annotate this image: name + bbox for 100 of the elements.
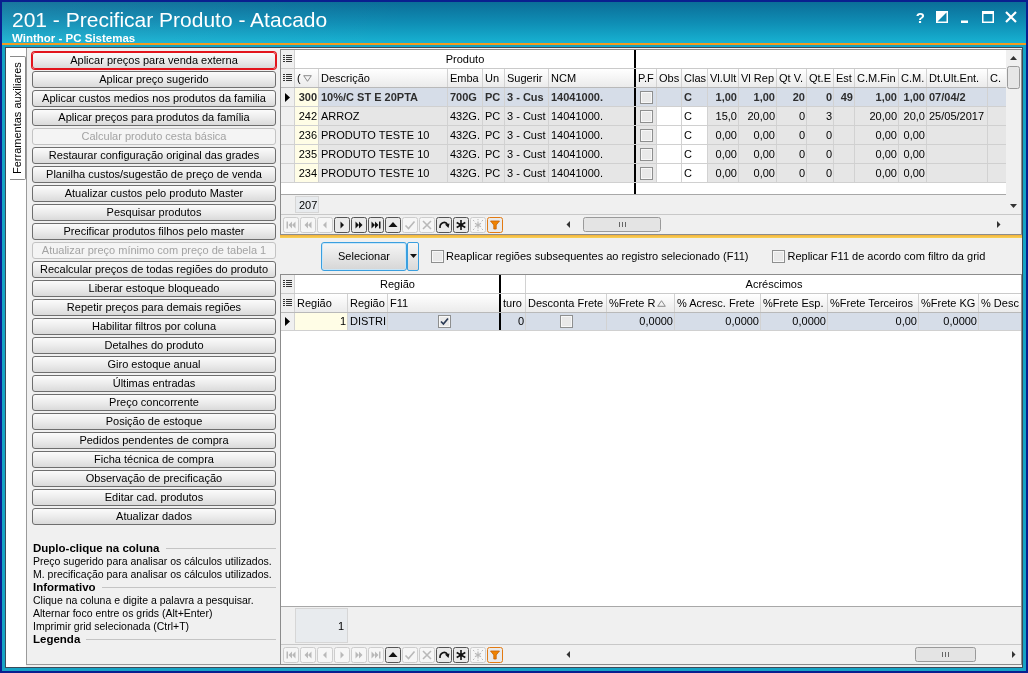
table-row[interactable]: 236 PRODUTO TESTE 10 432G. PC 3 - Cust 14041000. C 0,00 0,00 0 0 0,00 0,00: [281, 126, 1006, 145]
column-header[interactable]: (: [297, 69, 301, 87]
right-triangle-icon: [285, 317, 290, 326]
column-header[interactable]: Região: [295, 294, 348, 312]
checkbox[interactable]: [640, 166, 653, 180]
checkbox[interactable]: [437, 315, 451, 328]
tool-button[interactable]: Habilitar filtros por coluna: [32, 318, 276, 335]
table-cell: 0,0000: [761, 313, 828, 330]
checkbox[interactable]: [640, 128, 653, 142]
tool-button[interactable]: Recalcular preços de todas regiões do produto: [32, 261, 276, 278]
tool-button[interactable]: Repetir preços para demais regiões: [32, 299, 276, 316]
checkbox[interactable]: [772, 249, 786, 263]
list-icon[interactable]: [283, 280, 292, 288]
vertical-scrollbar[interactable]: [1006, 50, 1021, 214]
column-header[interactable]: Emba: [448, 69, 483, 87]
column-header[interactable]: Descrição: [319, 69, 448, 87]
column-header[interactable]: Obs: [657, 69, 682, 87]
column-header[interactable]: Un: [483, 69, 505, 87]
tool-button[interactable]: Atualizar custos pelo produto Master: [32, 185, 276, 202]
column-header[interactable]: Desconta Frete: [526, 294, 607, 312]
double-right-icon[interactable]: [351, 216, 367, 233]
column-header[interactable]: Qt.E: [807, 69, 834, 87]
tool-button[interactable]: Planilha custos/sugestão de preço de venda: [32, 166, 276, 183]
column-header[interactable]: Sugerir: [505, 69, 549, 87]
tool-button[interactable]: Aplicar preços para venda externa: [32, 52, 276, 69]
tool-button[interactable]: Ficha técnica de compra: [32, 451, 276, 468]
tool-button[interactable]: Pedidos pendentes de compra: [32, 432, 276, 449]
side-tab[interactable]: Ferramentas auxiliares: [10, 56, 26, 180]
column-header[interactable]: % Acresc. Frete: [675, 294, 761, 312]
table-row[interactable]: 235 PRODUTO TESTE 10 432G. PC 3 - Cust 14041000. C 0,00 0,00 0 0 0,00 0,00: [281, 145, 1006, 164]
caret-icon: [409, 254, 417, 258]
column-header[interactable]: C.M.Fin: [855, 69, 899, 87]
close-icon[interactable]: [1005, 11, 1017, 23]
column-header[interactable]: %Frete R: [609, 294, 656, 312]
column-header[interactable]: Vl.Ult: [708, 69, 739, 87]
tool-button[interactable]: Aplicar preço sugerido: [32, 71, 276, 88]
tool-button[interactable]: Giro estoque anual: [32, 356, 276, 373]
checkbox[interactable]: [431, 249, 444, 263]
table-cell: 242: [295, 107, 319, 125]
table-row[interactable]: 242 ARROZ 432G. PC 3 - Cust 14041000. C 15,0 20,00 0 3 20,00 20,0 25/05/2017: [281, 107, 1006, 126]
tool-button[interactable]: Pesquisar produtos: [32, 204, 276, 221]
checkbox[interactable]: [640, 147, 653, 161]
tool-button[interactable]: Atualizar dados: [32, 508, 276, 525]
table-cell: 20,00: [855, 107, 899, 125]
table-cell: C: [682, 107, 708, 125]
table-cell: 300: [295, 88, 319, 106]
list-icon[interactable]: [283, 74, 292, 82]
column-header[interactable]: %Frete Terceiros: [828, 294, 919, 312]
tool-button[interactable]: Precificar produtos filhos pelo master: [32, 223, 276, 240]
tool-button[interactable]: Últimas entradas: [32, 375, 276, 392]
checkbox[interactable]: [560, 315, 573, 328]
table-row[interactable]: 300 10%/C ST E 20PTA 700G PC 3 - Cus 14041000. C 1,00 1,00 20 0 49 1,00 1,00 07/04/2: [281, 88, 1006, 107]
column-header[interactable]: P.F: [636, 69, 657, 87]
table-cell: C: [682, 145, 708, 163]
column-header[interactable]: %Frete KG: [919, 294, 979, 312]
column-header[interactable]: Clas: [682, 69, 708, 87]
table-cell: 0,00: [828, 313, 919, 330]
checkbox[interactable]: [640, 90, 653, 104]
down-triangle-icon[interactable]: [302, 74, 312, 82]
tool-button[interactable]: Posição de estoque: [32, 413, 276, 430]
table-cell: 3 - Cust: [505, 126, 549, 144]
skip-forward-icon[interactable]: [368, 216, 384, 233]
help-text: Imprimir grid selecionada (Ctrl+T): [33, 620, 190, 633]
table-row[interactable]: 234 PRODUTO TESTE 10 432G. PC 3 - Cust 14041000. C 0,00 0,00 0 0 0,00 0,00: [281, 164, 1006, 183]
asterisk-icon[interactable]: [453, 646, 469, 663]
tool-button[interactable]: Liberar estoque bloqueado: [32, 280, 276, 297]
tool-button[interactable]: Observação de precificação: [32, 470, 276, 487]
column-header[interactable]: %Frete Esp.: [761, 294, 828, 312]
checkbox[interactable]: [640, 109, 653, 123]
table-cell: 0: [807, 126, 834, 144]
column-header[interactable]: Qt V.: [777, 69, 807, 87]
column-header[interactable]: Dt.Ult.Ent.: [927, 69, 988, 87]
dropdown-button[interactable]: [407, 241, 419, 271]
column-header[interactable]: Est: [834, 69, 855, 87]
column-header[interactable]: C.M.: [899, 69, 927, 87]
tool-button[interactable]: Aplicar preços para produtos da família: [32, 109, 276, 126]
filter-icon[interactable]: [487, 646, 503, 663]
table-row[interactable]: 1 DISTRI 0 0,0000 0,0000 0,0000 0,00 0,0000: [281, 313, 1021, 331]
tool-button[interactable]: Restaurar configuração original das grades: [32, 147, 276, 164]
list-icon[interactable]: [283, 299, 292, 307]
column-header[interactable]: Vl Rep: [739, 69, 777, 87]
tool-button[interactable]: Editar cad. produtos: [32, 489, 276, 506]
column-header[interactable]: Região: [348, 294, 388, 312]
maximize-icon[interactable]: [982, 11, 994, 23]
help-button[interactable]: ?: [915, 10, 925, 25]
checkbox-label[interactable]: Replicar F11 de acordo com filtro da grid: [787, 250, 986, 262]
tool-button[interactable]: Detalhes do produto: [32, 337, 276, 354]
tool-button[interactable]: Preço concorrente: [32, 394, 276, 411]
checkbox-label[interactable]: Reaplicar regiões subsequentes ao registro selecionado (F11): [446, 250, 749, 262]
tool-button[interactable]: Aplicar custos medios nos produtos da familia: [32, 90, 276, 107]
column-header[interactable]: % Desc: [979, 294, 1021, 312]
column-header[interactable]: C.: [988, 69, 1006, 87]
list-icon[interactable]: [283, 55, 292, 63]
column-header[interactable]: turo: [501, 294, 526, 312]
table-cell: 1,00: [708, 88, 739, 106]
table-cell: 0: [777, 107, 807, 125]
half-filled-square-icon[interactable]: [936, 11, 948, 23]
select-button[interactable]: Selecionar: [321, 241, 407, 271]
asterisk-icon[interactable]: [453, 216, 469, 233]
filter-icon[interactable]: [487, 216, 503, 233]
